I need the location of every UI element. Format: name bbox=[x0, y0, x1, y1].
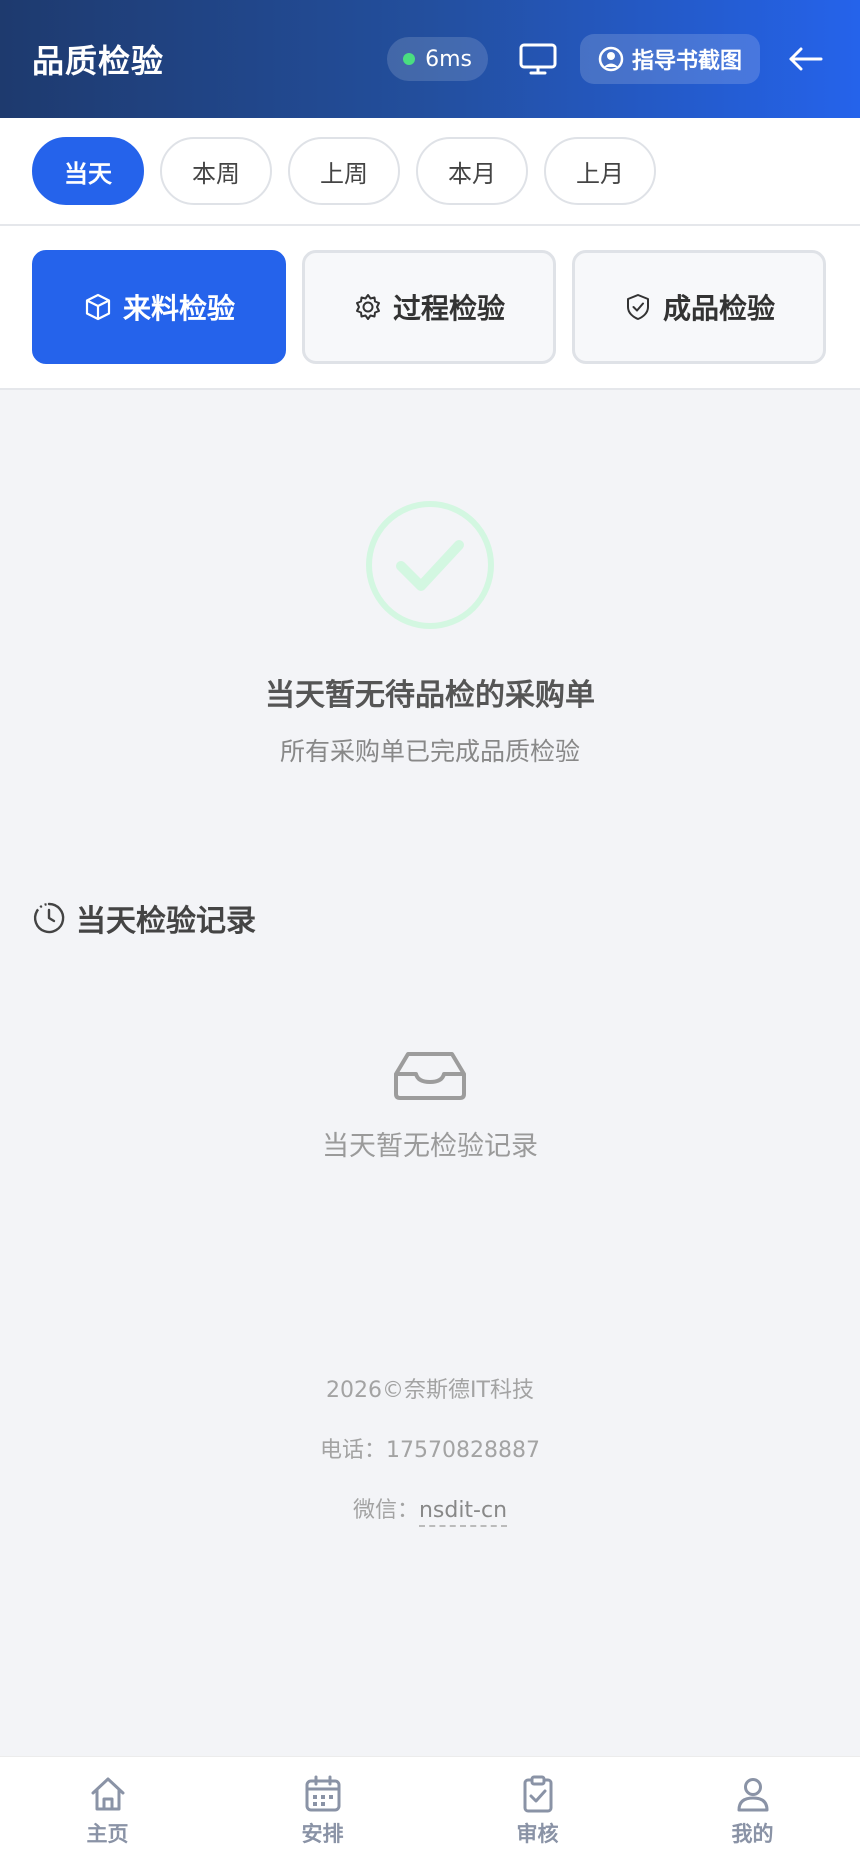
clipboard-check-icon bbox=[523, 1775, 552, 1812]
records-empty-message: 当天暂无检验记录 bbox=[322, 1131, 538, 1162]
check-circle-icon bbox=[366, 501, 494, 629]
inspection-category-tabs: 来料检验 过程检验 成品检验 bbox=[0, 226, 860, 390]
records-title-text: 当天检验记录 bbox=[76, 904, 256, 939]
status-dot-icon bbox=[403, 53, 416, 65]
tab-finished-inspection[interactable]: 成品检验 bbox=[572, 250, 826, 364]
nav-schedule-label: 安排 bbox=[301, 1821, 344, 1846]
tab-incoming-label: 来料检验 bbox=[122, 292, 235, 325]
bottom-navigation: 主页 安排 审核 我的 bbox=[0, 1756, 860, 1864]
nav-item-review[interactable]: 审核 bbox=[430, 1757, 645, 1864]
footer-wechat-id[interactable]: nsdit-cn bbox=[418, 1498, 508, 1527]
guide-button-label: 指导书截图 bbox=[631, 49, 742, 74]
home-icon bbox=[91, 1777, 124, 1810]
arrow-left-icon bbox=[789, 47, 823, 71]
records-section-title: 当天检验记录 bbox=[32, 896, 256, 940]
user-circle-icon bbox=[598, 46, 624, 72]
tab-this-week[interactable]: 本周 bbox=[160, 137, 272, 205]
calendar-icon bbox=[305, 1775, 340, 1811]
user-icon bbox=[737, 1777, 768, 1811]
guide-screenshot-button[interactable]: 指导书截图 bbox=[579, 34, 760, 84]
nav-item-mine[interactable]: 我的 bbox=[645, 1757, 860, 1864]
footer-wechat-label: 微信： bbox=[352, 1498, 419, 1523]
gear-icon bbox=[355, 294, 380, 320]
date-range-tabs: 当天 本周 上周 本月 上月 bbox=[0, 118, 860, 226]
shield-check-icon bbox=[626, 294, 649, 320]
page-footer: 2026©奈斯德IT科技 电话：17570828887 微信：nsdit-cn bbox=[0, 1372, 860, 1527]
monitor-button[interactable] bbox=[516, 37, 560, 81]
tab-process-inspection[interactable]: 过程检验 bbox=[302, 250, 556, 364]
back-button[interactable] bbox=[784, 37, 828, 81]
nav-mine-label: 我的 bbox=[731, 1821, 774, 1846]
footer-phone: 电话：17570828887 bbox=[320, 1438, 540, 1463]
box-icon bbox=[85, 293, 111, 321]
tab-last-month[interactable]: 上月 bbox=[544, 137, 656, 205]
nav-review-label: 审核 bbox=[516, 1821, 559, 1846]
latency-badge: 6ms bbox=[387, 37, 488, 81]
empty-pending-message: 当天暂无待品检的采购单 bbox=[265, 678, 595, 713]
app-header: 品质检验 6ms 指导书截图 bbox=[0, 0, 860, 118]
footer-wechat: 微信：nsdit-cn bbox=[352, 1492, 508, 1527]
records-empty-state: 当天暂无检验记录 bbox=[0, 1050, 860, 1163]
empty-pending-subtext: 所有采购单已完成品质检验 bbox=[279, 737, 580, 766]
tab-finished-label: 成品检验 bbox=[662, 292, 775, 325]
clock-icon bbox=[33, 902, 65, 934]
tab-last-week[interactable]: 上周 bbox=[288, 137, 400, 205]
monitor-icon bbox=[519, 43, 557, 75]
empty-pending-state: 当天暂无待品检的采购单 所有采购单已完成品质检验 bbox=[0, 500, 860, 768]
nav-item-home[interactable]: 主页 bbox=[0, 1757, 215, 1864]
latency-value: 6ms bbox=[425, 46, 472, 72]
footer-copyright: 2026©奈斯德IT科技 bbox=[326, 1378, 534, 1403]
nav-item-schedule[interactable]: 安排 bbox=[215, 1757, 430, 1864]
tab-today[interactable]: 当天 bbox=[32, 137, 144, 205]
nav-home-label: 主页 bbox=[86, 1821, 129, 1846]
tab-process-label: 过程检验 bbox=[392, 292, 505, 325]
tab-incoming-inspection[interactable]: 来料检验 bbox=[32, 250, 286, 364]
tab-this-month[interactable]: 本月 bbox=[416, 137, 528, 205]
inbox-icon bbox=[394, 1052, 466, 1100]
page-title: 品质检验 bbox=[32, 42, 165, 80]
